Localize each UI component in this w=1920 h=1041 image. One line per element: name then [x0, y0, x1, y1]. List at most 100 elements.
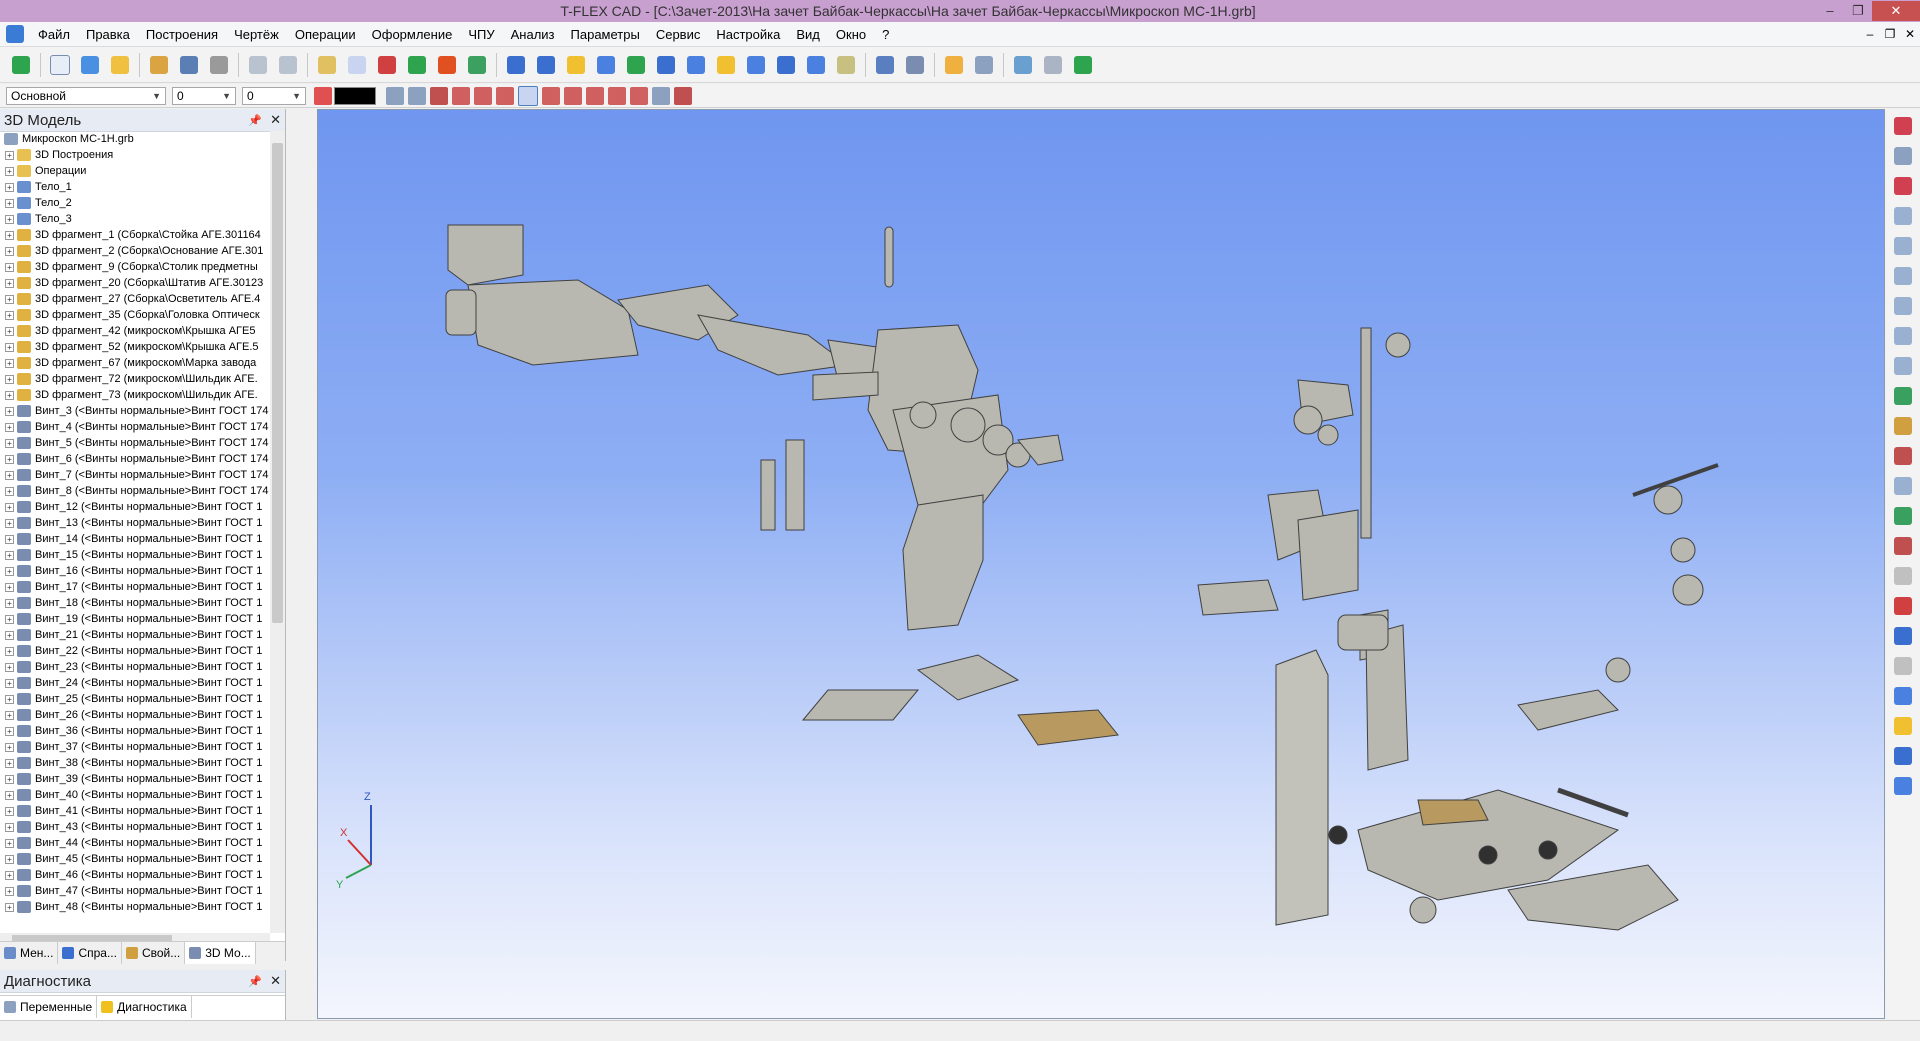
expand-icon[interactable]: +	[5, 214, 14, 224]
expand-icon[interactable]: +	[5, 838, 14, 848]
expand-icon[interactable]: +	[5, 774, 14, 784]
menu-service[interactable]: Сервис	[648, 27, 709, 42]
expand-icon[interactable]: +	[5, 390, 14, 400]
tree-item[interactable]: + Винт_46 (<Винты нормальные>Винт ГОСТ 1	[0, 867, 270, 883]
unlink-icon[interactable]	[1040, 52, 1066, 78]
menu-parameters[interactable]: Параметры	[563, 27, 648, 42]
select-filter-icon[interactable]	[408, 86, 426, 105]
expand-icon[interactable]: +	[5, 566, 14, 576]
zoom-previous-icon[interactable]	[1890, 353, 1916, 379]
tree-item[interactable]: + Винт_15 (<Винты нормальные>Винт ГОСТ 1	[0, 547, 270, 563]
tree-item[interactable]: +3D фрагмент_73 (микроском\Шильдик АГЕ.	[0, 387, 270, 403]
tree-item[interactable]: + Винт_37 (<Винты нормальные>Винт ГОСТ 1	[0, 739, 270, 755]
tree-item[interactable]: + Тело_1	[0, 179, 270, 195]
expand-icon[interactable]: +	[5, 614, 14, 624]
tree-item[interactable]: + Винт_47 (<Винты нормальные>Винт ГОСТ 1	[0, 883, 270, 899]
doc-restore-icon[interactable]: ❐	[1880, 27, 1900, 41]
undo-icon[interactable]	[245, 52, 271, 78]
rotate-icon[interactable]	[533, 52, 559, 78]
tree-item[interactable]: + Винт_19 (<Винты нормальные>Винт ГОСТ 1	[0, 611, 270, 627]
tree-item[interactable]: + Винт_44 (<Винты нормальные>Винт ГОСТ 1	[0, 835, 270, 851]
restore-icon[interactable]: ❐	[1844, 1, 1872, 21]
deselect-icon[interactable]	[674, 86, 692, 105]
section-icon[interactable]	[833, 52, 859, 78]
expand-icon[interactable]: +	[5, 902, 14, 912]
expand-icon[interactable]: +	[5, 790, 14, 800]
print-icon[interactable]	[206, 52, 232, 78]
expand-icon[interactable]: +	[5, 262, 14, 272]
expand-icon[interactable]: +	[5, 806, 14, 816]
expand-icon[interactable]: +	[5, 598, 14, 608]
node-icon[interactable]	[464, 52, 490, 78]
close-icon[interactable]: ✕	[270, 112, 281, 128]
copy-view-icon[interactable]	[1890, 563, 1916, 589]
cube-shaded-icon[interactable]	[1890, 713, 1916, 739]
layer-select[interactable]: Основной ▼	[6, 86, 166, 105]
tree-item[interactable]: + Винт_7 (<Винты нормальные>Винт ГОСТ 174	[0, 467, 270, 483]
expand-icon[interactable]: +	[5, 486, 14, 496]
edit-icon[interactable]	[941, 52, 967, 78]
select-vertex-icon[interactable]	[586, 86, 604, 105]
tree-item[interactable]: +3D фрагмент_2 (Сборка\Основание АГЕ.301	[0, 243, 270, 259]
dimension-icon[interactable]	[902, 52, 928, 78]
tree-item[interactable]: + Винт_6 (<Винты нормальные>Винт ГОСТ 174	[0, 451, 270, 467]
expand-icon[interactable]: +	[5, 582, 14, 592]
zoom-all-icon[interactable]	[1890, 233, 1916, 259]
cube-view-icon[interactable]	[1890, 683, 1916, 709]
pointer-icon[interactable]	[1890, 143, 1916, 169]
menu-design[interactable]: Оформление	[364, 27, 461, 42]
expand-icon[interactable]: +	[5, 678, 14, 688]
menu-edit[interactable]: Правка	[78, 27, 138, 42]
close-icon[interactable]: ✕	[270, 973, 281, 989]
tree-item[interactable]: + Винт_21 (<Винты нормальные>Винт ГОСТ 1	[0, 627, 270, 643]
loft-icon[interactable]	[563, 52, 589, 78]
expand-icon[interactable]: +	[5, 502, 14, 512]
color-swatch[interactable]	[334, 86, 376, 105]
select-operation-icon[interactable]	[630, 86, 648, 105]
tree-item[interactable]: + Винт_48 (<Винты нормальные>Винт ГОСТ 1	[0, 899, 270, 915]
menu-window[interactable]: Окно	[828, 27, 874, 42]
tree-item[interactable]: + Винт_43 (<Винты нормальные>Винт ГОСТ 1	[0, 819, 270, 835]
select-all-icon[interactable]	[652, 86, 670, 105]
tree-item[interactable]: + Винт_25 (<Винты нормальные>Винт ГОСТ 1	[0, 691, 270, 707]
expand-icon[interactable]: +	[5, 662, 14, 672]
menu-cnc[interactable]: ЧПУ	[460, 27, 502, 42]
expand-icon[interactable]: +	[5, 886, 14, 896]
tree-item[interactable]: +3D фрагмент_9 (Сборка\Столик предметны	[0, 259, 270, 275]
extrude-icon[interactable]	[503, 52, 529, 78]
view-3d-icon[interactable]	[344, 52, 370, 78]
fly-icon[interactable]	[1890, 533, 1916, 559]
zoom-window-icon[interactable]	[1890, 203, 1916, 229]
new-file-icon[interactable]	[47, 52, 73, 78]
filter-icon[interactable]	[386, 86, 404, 105]
tab-help[interactable]: Спра...	[58, 942, 122, 964]
mirror-icon[interactable]	[773, 52, 799, 78]
eraser-icon[interactable]	[1890, 653, 1916, 679]
magnet-icon[interactable]	[1890, 173, 1916, 199]
select-loop-icon[interactable]	[608, 86, 626, 105]
pin-icon[interactable]: 📌	[248, 975, 262, 988]
tree-item[interactable]: + Винт_22 (<Винты нормальные>Винт ГОСТ 1	[0, 643, 270, 659]
doc-close-icon[interactable]: ✕	[1900, 27, 1920, 41]
minimize-icon[interactable]: –	[1816, 1, 1844, 21]
expand-icon[interactable]: +	[5, 726, 14, 736]
sketch-icon[interactable]	[404, 52, 430, 78]
surface-icon[interactable]	[803, 52, 829, 78]
expand-icon[interactable]: +	[5, 150, 14, 160]
shield-view-icon[interactable]	[1890, 743, 1916, 769]
tree-item[interactable]: + Винт_17 (<Винты нормальные>Винт ГОСТ 1	[0, 579, 270, 595]
new-3d-icon[interactable]	[77, 52, 103, 78]
tree-item[interactable]: + Винт_38 (<Винты нормальные>Винт ГОСТ 1	[0, 755, 270, 771]
expand-icon[interactable]: +	[5, 518, 14, 528]
expand-icon[interactable]: +	[5, 422, 14, 432]
expand-icon[interactable]: +	[5, 694, 14, 704]
pin-icon[interactable]: 📌	[248, 114, 262, 127]
expand-icon[interactable]: +	[5, 470, 14, 480]
snap-icon[interactable]	[452, 86, 470, 105]
walk-icon[interactable]	[1890, 503, 1916, 529]
expand-icon[interactable]: +	[5, 326, 14, 336]
tree-item[interactable]: +3D фрагмент_72 (микроском\Шильдик АГЕ.	[0, 371, 270, 387]
tree-item[interactable]: + Тело_3	[0, 211, 270, 227]
zoom-in-icon[interactable]	[1890, 293, 1916, 319]
menu-view[interactable]: Вид	[788, 27, 828, 42]
